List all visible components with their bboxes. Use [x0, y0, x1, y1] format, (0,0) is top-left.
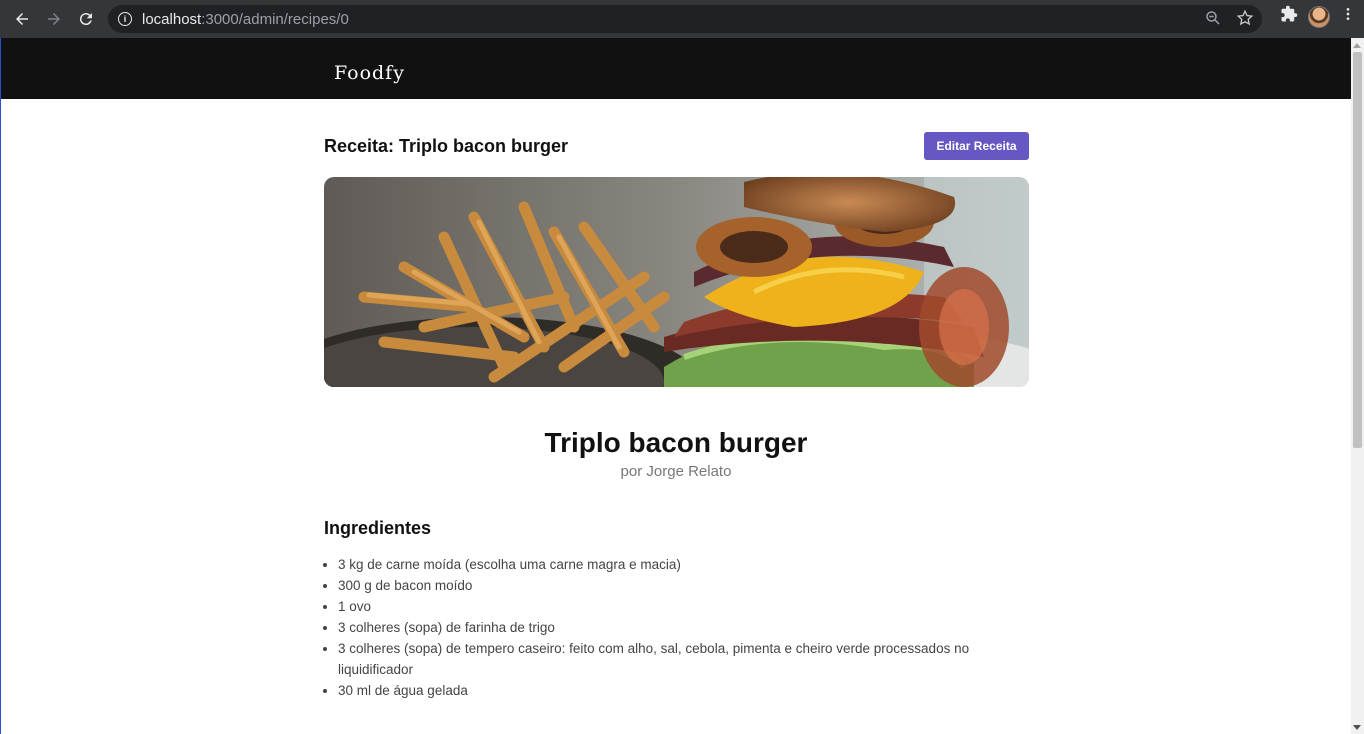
recipe-hero-image	[324, 177, 1029, 387]
recipe-title: Triplo bacon burger	[544, 427, 808, 458]
scroll-thumb[interactable]	[1353, 52, 1362, 448]
recipe-content: Receita: Triplo bacon burger Editar Rece…	[323, 99, 1029, 698]
url-host: localhost	[142, 10, 202, 28]
back-arrow-icon[interactable]	[6, 3, 38, 35]
browser-toolbar: i localhost:3000/admin/recipes/0	[0, 0, 1364, 38]
ingredients-title: Ingredientes	[324, 518, 432, 538]
recipe-author: por Jorge Relato	[620, 463, 732, 480]
list-item: 3 kg de carne moída (escolha uma carne m…	[338, 554, 998, 575]
site-logo[interactable]: Foodfy	[334, 62, 405, 84]
forward-arrow-icon[interactable]	[38, 3, 70, 35]
scroll-up-icon[interactable]	[1353, 43, 1361, 48]
url-path: :3000/admin/recipes/0	[201, 10, 349, 28]
avatar[interactable]	[1308, 5, 1330, 28]
edit-recipe-button[interactable]: Editar Receita	[924, 132, 1029, 160]
title-row: Receita: Triplo bacon burger Editar Rece…	[323, 99, 1029, 177]
list-item: 30 ml de água gelada	[338, 680, 998, 701]
list-item: 1 ovo	[338, 596, 998, 617]
info-icon[interactable]: i	[118, 12, 132, 26]
page-title: Receita: Triplo bacon burger	[324, 136, 569, 156]
site-header: Foodfy	[1, 38, 1351, 99]
list-item: 300 g de bacon moído	[338, 575, 998, 596]
list-item: 3 colheres (sopa) de tempero caseiro: fe…	[338, 638, 998, 680]
scroll-down-icon[interactable]	[1353, 725, 1361, 730]
page-viewport: Foodfy Receita: Triplo bacon burger Edit…	[0, 38, 1364, 734]
address-bar[interactable]: i localhost:3000/admin/recipes/0	[108, 5, 1262, 33]
extensions-icon[interactable]	[1280, 5, 1298, 28]
ingredients-list: 3 kg de carne moída (escolha uma carne m…	[338, 554, 998, 701]
menu-dots-icon[interactable]	[1340, 5, 1356, 28]
zoom-icon[interactable]	[1204, 9, 1222, 32]
page-scrollbar[interactable]	[1351, 38, 1364, 734]
star-icon[interactable]	[1236, 9, 1254, 32]
list-item: 3 colheres (sopa) de farinha de trigo	[338, 617, 998, 638]
reload-icon[interactable]	[70, 3, 102, 35]
